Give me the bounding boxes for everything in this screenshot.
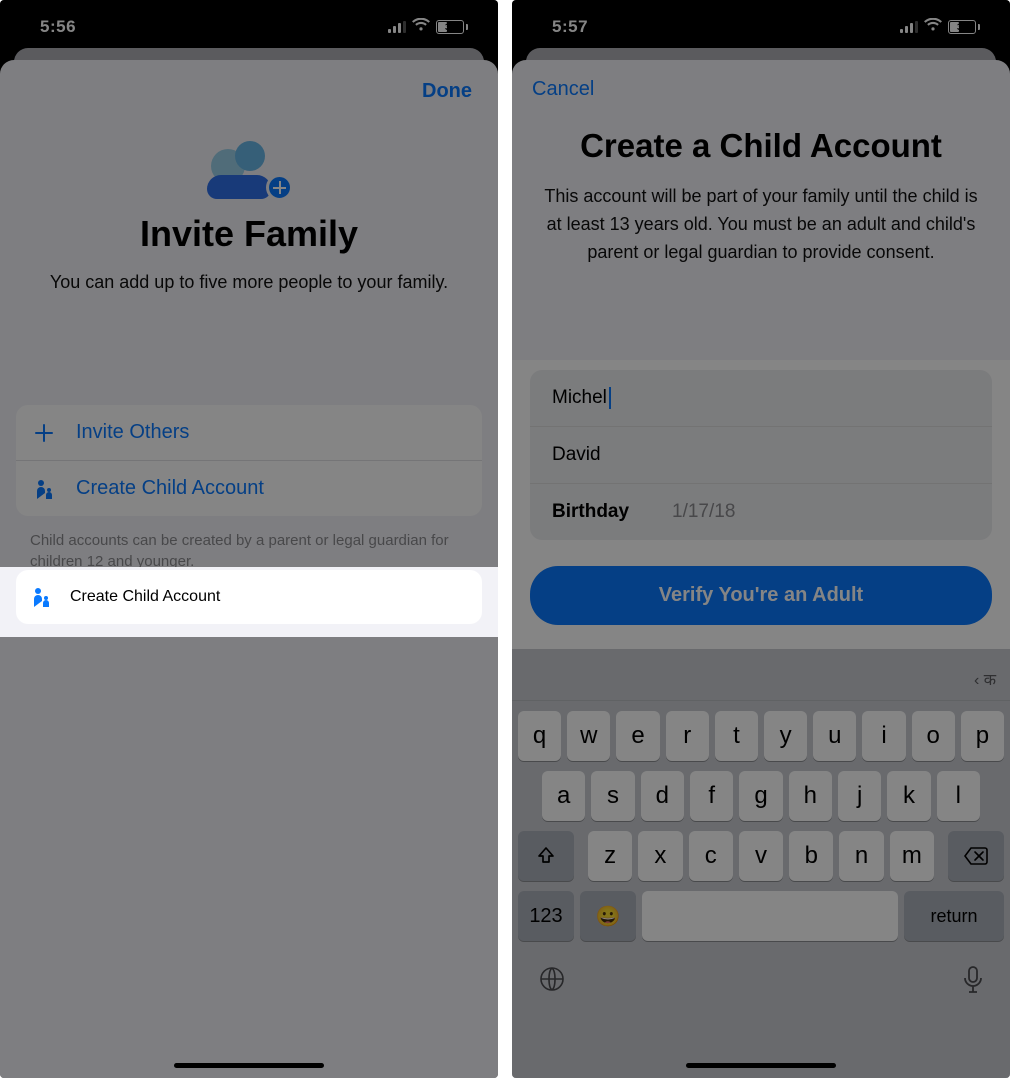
home-indicator[interactable] (174, 1063, 324, 1068)
key-m[interactable]: m (890, 831, 934, 881)
battery-icon: 31 (948, 20, 980, 34)
key-e[interactable]: e (616, 711, 659, 761)
keyboard-suggestion-bar[interactable]: ‹ क (512, 657, 1010, 701)
numeric-mode-key[interactable]: 123 (518, 891, 574, 941)
key-z[interactable]: z (588, 831, 632, 881)
delete-key[interactable] (948, 831, 1004, 881)
cellular-icon (900, 21, 918, 33)
space-key[interactable] (642, 891, 898, 941)
key-x[interactable]: x (638, 831, 682, 881)
wifi-icon (412, 18, 430, 36)
key-y[interactable]: y (764, 711, 807, 761)
key-d[interactable]: d (641, 771, 684, 821)
done-button[interactable]: Done (422, 80, 472, 103)
first-name-value: Michel (552, 387, 607, 409)
birthday-field[interactable]: Birthday 1/17/18 (530, 483, 992, 540)
key-o[interactable]: o (912, 711, 955, 761)
birthday-label: Birthday (552, 501, 672, 523)
highlight-form-area: Michel David Birthday 1/17/18 Verify You… (512, 360, 1010, 649)
keyboard[interactable]: ‹ क qwertyuiop asdfghjkl zxcvbnm 123 😀 r… (512, 649, 1010, 1078)
parent-child-icon (30, 586, 52, 608)
last-name-field[interactable]: David (530, 426, 992, 483)
first-name-field[interactable]: Michel (530, 370, 992, 426)
status-bar: 5:56 32 (0, 0, 498, 54)
cellular-icon (388, 21, 406, 33)
create-child-row-under[interactable]: Create Child Account (16, 460, 482, 516)
key-s[interactable]: s (591, 771, 634, 821)
return-key[interactable]: return (904, 891, 1004, 941)
text-caret (609, 387, 611, 409)
page-title: Create a Child Account (512, 121, 1010, 165)
cancel-button[interactable]: Cancel (532, 78, 594, 101)
create-child-label: Create Child Account (70, 588, 220, 606)
page-title: Invite Family (0, 213, 498, 255)
keyboard-lang-hint[interactable]: ‹ क (974, 668, 996, 690)
key-t[interactable]: t (715, 711, 758, 761)
key-l[interactable]: l (937, 771, 980, 821)
key-q[interactable]: q (518, 711, 561, 761)
parent-child-icon (30, 478, 58, 500)
dictation-icon[interactable] (962, 965, 984, 1002)
key-p[interactable]: p (961, 711, 1004, 761)
emoji-key[interactable]: 😀 (580, 891, 636, 941)
shift-key[interactable] (518, 831, 574, 881)
key-b[interactable]: b (789, 831, 833, 881)
status-time: 5:56 (40, 17, 76, 37)
page-subtitle: You can add up to five more people to yo… (0, 255, 498, 295)
key-r[interactable]: r (666, 711, 709, 761)
key-f[interactable]: f (690, 771, 733, 821)
key-c[interactable]: c (689, 831, 733, 881)
key-k[interactable]: k (887, 771, 930, 821)
last-name-value: David (552, 444, 601, 466)
key-a[interactable]: a (542, 771, 585, 821)
child-info-card: Michel David Birthday 1/17/18 (530, 370, 992, 540)
invite-others-row[interactable]: Invite Others (16, 405, 482, 460)
key-w[interactable]: w (567, 711, 610, 761)
key-g[interactable]: g (739, 771, 782, 821)
status-bar: 5:57 31 (512, 0, 1010, 54)
invite-others-label: Invite Others (76, 421, 189, 444)
create-child-account-row[interactable]: Create Child Account (16, 570, 482, 624)
battery-icon: 32 (436, 20, 468, 34)
key-n[interactable]: n (839, 831, 883, 881)
key-v[interactable]: v (739, 831, 783, 881)
status-time: 5:57 (552, 17, 588, 37)
page-subtitle: This account will be part of your family… (512, 165, 1010, 267)
verify-adult-button[interactable]: Verify You're an Adult (530, 566, 992, 625)
home-indicator[interactable] (686, 1063, 836, 1068)
family-hero-icon (207, 141, 291, 199)
globe-icon[interactable] (538, 965, 566, 1002)
birthday-value: 1/17/18 (672, 501, 735, 523)
left-screenshot: 5:56 32 Done Invite Family You can (0, 0, 498, 1078)
plus-icon (30, 422, 58, 444)
right-screenshot: 5:57 31 Cancel Create a Child Account Th… (512, 0, 1010, 1078)
key-i[interactable]: i (862, 711, 905, 761)
key-h[interactable]: h (789, 771, 832, 821)
wifi-icon (924, 18, 942, 36)
option-list: Invite Others Create Child Account (16, 405, 482, 516)
key-j[interactable]: j (838, 771, 881, 821)
key-u[interactable]: u (813, 711, 856, 761)
